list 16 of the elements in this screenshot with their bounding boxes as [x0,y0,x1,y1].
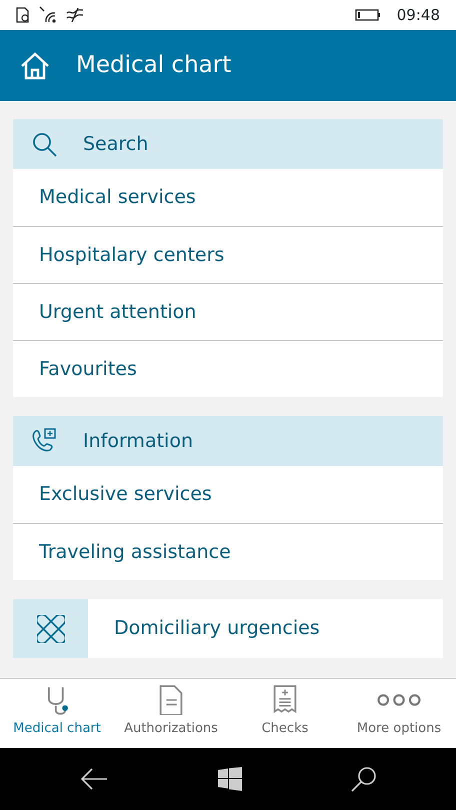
section-title: Search [83,132,148,157]
search-icon[interactable] [351,766,378,792]
wifi-icon [38,6,58,24]
back-icon[interactable] [78,767,109,791]
signal-wave-icon [66,8,84,22]
battery-icon [354,9,381,21]
search-icon [31,131,57,157]
bandage-icon [36,614,64,642]
menu-item[interactable]: Domiciliary urgencies [13,599,443,658]
clock-time: 09:48 [396,4,440,26]
phone-icon [31,428,57,454]
section-title: Information [83,428,193,454]
home-icon[interactable] [20,52,50,80]
battery-saver-icon [16,7,30,23]
windows-icon[interactable] [218,767,242,791]
page-title: Medical chart [76,51,232,80]
